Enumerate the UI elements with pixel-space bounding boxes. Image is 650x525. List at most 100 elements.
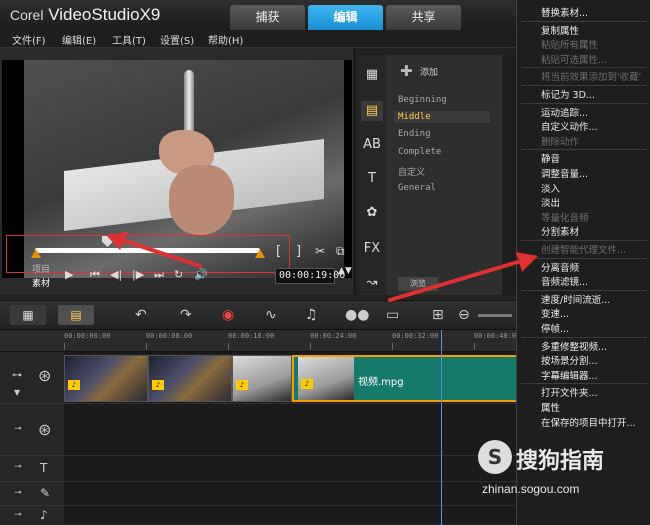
context-menu-item[interactable]: 在保存的项目中打开...: [541, 415, 636, 429]
enlarge-icon[interactable]: ⧉: [336, 244, 345, 259]
zoom-out-icon[interactable]: ⊖: [458, 307, 470, 323]
library-item-ending[interactable]: Ending: [398, 129, 431, 139]
context-menu-item[interactable]: 打开文件夹...: [541, 385, 598, 399]
chevron-down-icon[interactable]: ▼: [14, 388, 20, 397]
media-icon[interactable]: ▦: [361, 65, 383, 85]
mark-in-button[interactable]: [: [276, 244, 281, 259]
motion-track-icon[interactable]: ●●: [345, 307, 369, 323]
track-toggle-icon[interactable]: ⊶: [12, 370, 22, 381]
timeline-clip[interactable]: ♪: [148, 355, 232, 402]
context-menu-item[interactable]: 速度/时间流逝...: [541, 292, 610, 306]
play-icon[interactable]: ▶: [65, 268, 73, 281]
timeline-playhead[interactable]: [441, 330, 442, 525]
tab-edit[interactable]: 编辑: [308, 5, 383, 30]
context-menu-item[interactable]: 运动追踪...: [541, 105, 588, 119]
add-button[interactable]: 添加: [420, 65, 438, 78]
music-note-icon: ♪: [40, 508, 48, 522]
music-track[interactable]: [64, 506, 516, 525]
ruler-label: 00:00:16:00: [228, 332, 275, 340]
ruler-label: 00:00:32:00: [392, 332, 439, 340]
context-menu-item[interactable]: 停帧...: [541, 321, 569, 335]
trim-end-marker[interactable]: [255, 249, 265, 258]
context-menu-item[interactable]: 音频滤镜...: [541, 274, 588, 288]
timecode-display[interactable]: 00:00:19:06: [275, 268, 345, 284]
filter-icon[interactable]: FX: [361, 239, 383, 259]
library-item-general[interactable]: General: [398, 183, 436, 193]
context-menu-item[interactable]: 分割素材: [541, 224, 579, 238]
context-menu-item[interactable]: 字幕编辑器...: [541, 368, 598, 382]
context-menu-item[interactable]: 替换素材...: [541, 5, 588, 19]
skip-start-icon[interactable]: ⏮: [90, 268, 100, 282]
context-menu-item[interactable]: 调整音量...: [541, 166, 588, 180]
context-menu-item[interactable]: 静音: [541, 151, 560, 165]
multi-track-icon[interactable]: ⊞: [432, 307, 444, 323]
context-menu-item[interactable]: 复制属性: [541, 23, 579, 37]
project-mode-label[interactable]: 项目: [32, 262, 50, 275]
timeline-view-icon[interactable]: ▤: [58, 305, 94, 325]
trim-start-marker[interactable]: [31, 249, 41, 258]
library-item-beginning[interactable]: Beginning: [398, 95, 447, 105]
repeat-icon[interactable]: ↻: [174, 268, 183, 281]
redo-icon[interactable]: ↷: [180, 307, 192, 323]
overlay-track[interactable]: [64, 404, 516, 456]
lock-icon[interactable]: ⊸: [14, 424, 22, 434]
lock-icon[interactable]: ⊸: [14, 510, 22, 520]
ruler-label: 00:00:08:00: [146, 332, 193, 340]
menu-settings[interactable]: 设置(S): [160, 32, 194, 47]
context-menu-item[interactable]: 分离音频: [541, 260, 579, 274]
lock-icon[interactable]: ⊸: [14, 462, 22, 472]
transition-icon[interactable]: AB: [361, 135, 383, 155]
auto-music-icon[interactable]: ♫: [305, 307, 318, 323]
add-icon[interactable]: ✚: [400, 62, 413, 80]
timeline-clip[interactable]: ♪: [232, 355, 292, 402]
mark-out-button[interactable]: ]: [296, 244, 301, 259]
undo-icon[interactable]: ↶: [135, 307, 147, 323]
menu-separator: [521, 336, 647, 338]
context-menu-item[interactable]: 自定义动作...: [541, 119, 598, 133]
record-icon[interactable]: ◉: [222, 307, 234, 323]
library-scroll-strip[interactable]: [502, 55, 516, 295]
context-menu-item[interactable]: 淡出: [541, 195, 560, 209]
prev-frame-icon[interactable]: ◀|: [110, 268, 122, 281]
menu-tools[interactable]: 工具(T): [112, 32, 146, 47]
library-item-middle[interactable]: Middle: [394, 111, 490, 123]
context-menu-item[interactable]: 多重修整视频...: [541, 339, 607, 353]
scissors-icon[interactable]: ✂: [315, 244, 325, 258]
timeline-clip[interactable]: ♪: [64, 355, 148, 402]
context-menu-item[interactable]: 按场景分割...: [541, 353, 598, 367]
context-menu-item[interactable]: 淡入: [541, 181, 560, 195]
tab-share[interactable]: 共享: [386, 5, 461, 30]
title-icon[interactable]: T: [361, 169, 383, 189]
timecode-stepper-icon[interactable]: ▲▼: [338, 266, 352, 276]
graphics-icon[interactable]: ✿: [361, 203, 383, 223]
storyboard-view-icon[interactable]: ▦: [10, 305, 46, 325]
instant-project-icon[interactable]: ▤: [361, 101, 383, 121]
zoom-slider[interactable]: [478, 314, 512, 317]
context-menu-item[interactable]: 属性: [541, 400, 560, 414]
context-menu-item[interactable]: 变速...: [541, 306, 569, 320]
menu-edit[interactable]: 编辑(E): [62, 32, 96, 47]
brand-prefix: Corel: [10, 7, 44, 23]
browse-button[interactable]: 浏览: [398, 277, 438, 291]
timeline-ruler[interactable]: 00:00:00:00 00:00:08:00 00:00:16:00 00:0…: [0, 330, 520, 352]
title-track[interactable]: [64, 456, 516, 482]
path-icon[interactable]: ↝: [361, 273, 383, 293]
watermark-text: 搜狗指南: [516, 449, 605, 474]
next-frame-icon[interactable]: |▶: [132, 268, 144, 281]
context-menu-item: 粘贴所有属性: [541, 40, 599, 52]
clip-mode-label[interactable]: 素材: [32, 276, 50, 289]
menu-file[interactable]: 文件(F): [12, 32, 46, 47]
menu-help[interactable]: 帮助(H): [208, 32, 243, 47]
subtitle-icon[interactable]: ▭: [386, 307, 399, 323]
context-menu-item[interactable]: 标记为 3D...: [541, 87, 595, 101]
menu-separator: [521, 240, 647, 241]
library-item-complete[interactable]: Complete: [398, 147, 441, 157]
volume-icon[interactable]: 🔊: [194, 268, 208, 281]
audio-mixer-icon[interactable]: ∿: [265, 307, 277, 323]
skip-end-icon[interactable]: ⏭: [154, 268, 164, 282]
library-item-custom[interactable]: 自定义: [398, 165, 425, 178]
lock-icon[interactable]: ⊸: [14, 488, 22, 498]
scrub-bar[interactable]: [35, 248, 260, 253]
voice-track[interactable]: [64, 482, 516, 506]
tab-capture[interactable]: 捕获: [230, 5, 305, 30]
